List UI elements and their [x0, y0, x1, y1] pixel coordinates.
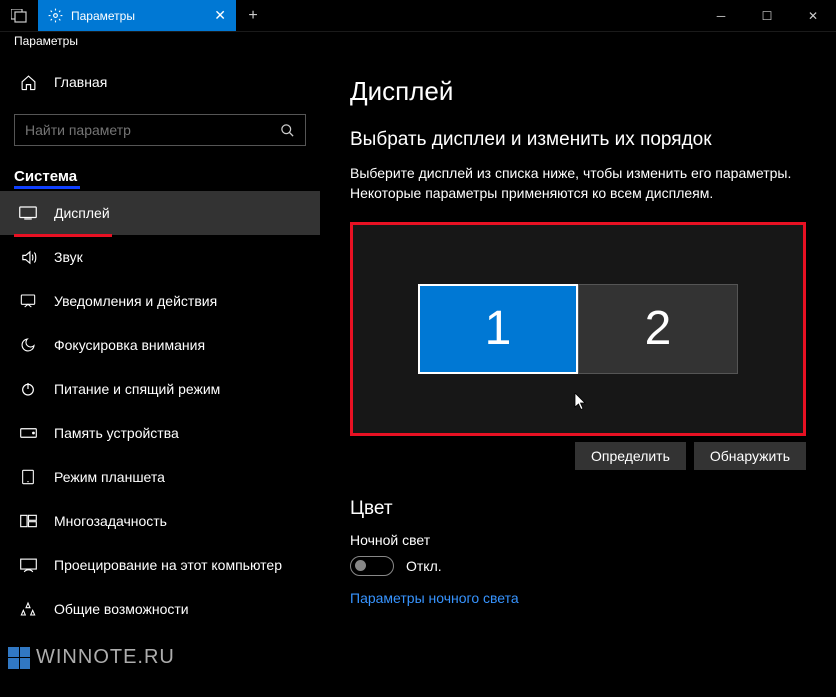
home-icon — [18, 74, 38, 91]
arrange-heading: Выбрать дисплеи и изменить их порядок — [350, 129, 806, 151]
storage-icon — [18, 427, 38, 439]
power-icon — [18, 381, 38, 397]
search-input[interactable] — [25, 122, 280, 138]
sidebar-item-notifications[interactable]: Уведомления и действия — [0, 279, 320, 323]
identify-button[interactable]: Определить — [575, 442, 686, 470]
sidebar-item-storage[interactable]: Память устройства — [0, 411, 320, 455]
monitor-1[interactable]: 1 — [418, 284, 578, 374]
monitor-2[interactable]: 2 — [578, 284, 738, 374]
minimize-button[interactable]: ─ — [698, 0, 744, 31]
task-view-icon[interactable] — [0, 0, 38, 31]
tab-close-button[interactable]: ✕ — [214, 7, 226, 24]
sidebar-item-shared[interactable]: Общие возможности — [0, 587, 320, 631]
color-heading: Цвет — [350, 498, 806, 520]
tablet-icon — [18, 469, 38, 485]
tab-settings[interactable]: Параметры ✕ — [38, 0, 236, 31]
detect-button[interactable]: Обнаружить — [694, 442, 806, 470]
sidebar-home[interactable]: Главная — [0, 60, 320, 104]
display-arrangement-area[interactable]: 1 2 — [350, 222, 806, 436]
sidebar-category-system: Система — [0, 160, 320, 191]
sound-icon — [18, 249, 38, 266]
window-close-button[interactable]: ✕ — [790, 0, 836, 31]
search-input-container[interactable] — [14, 114, 306, 146]
multitask-icon — [18, 514, 38, 528]
sidebar-item-display[interactable]: Дисплей — [0, 191, 320, 235]
watermark: WINNOTE.RU — [8, 646, 175, 669]
project-icon — [18, 558, 38, 573]
new-tab-button[interactable]: + — [236, 0, 270, 31]
toggle-state: Откл. — [406, 558, 442, 574]
arrange-description: Выберите дисплей из списка ниже, чтобы и… — [350, 163, 806, 204]
sidebar-item-projecting[interactable]: Проецирование на этот компьютер — [0, 543, 320, 587]
moon-icon — [18, 337, 38, 353]
sidebar-item-focus[interactable]: Фокусировка внимания — [0, 323, 320, 367]
maximize-button[interactable]: ☐ — [744, 0, 790, 31]
sidebar-item-multitask[interactable]: Многозадачность — [0, 499, 320, 543]
breadcrumb: Параметры — [0, 32, 836, 52]
sidebar-item-tablet[interactable]: Режим планшета — [0, 455, 320, 499]
sidebar-item-sound[interactable]: Звук — [0, 235, 320, 279]
search-icon — [280, 123, 295, 138]
night-light-toggle[interactable] — [350, 556, 394, 576]
night-light-settings-link[interactable]: Параметры ночного света — [350, 590, 806, 606]
sidebar-item-power[interactable]: Питание и спящий режим — [0, 367, 320, 411]
display-icon — [18, 206, 38, 220]
page-title: Дисплей — [350, 76, 806, 107]
notifications-icon — [18, 293, 38, 309]
tab-title: Параметры — [71, 9, 206, 23]
sidebar-home-label: Главная — [54, 74, 107, 90]
gear-icon — [48, 8, 63, 23]
shared-icon — [18, 601, 38, 617]
cursor-icon — [574, 393, 588, 411]
night-light-label: Ночной свет — [350, 532, 806, 548]
